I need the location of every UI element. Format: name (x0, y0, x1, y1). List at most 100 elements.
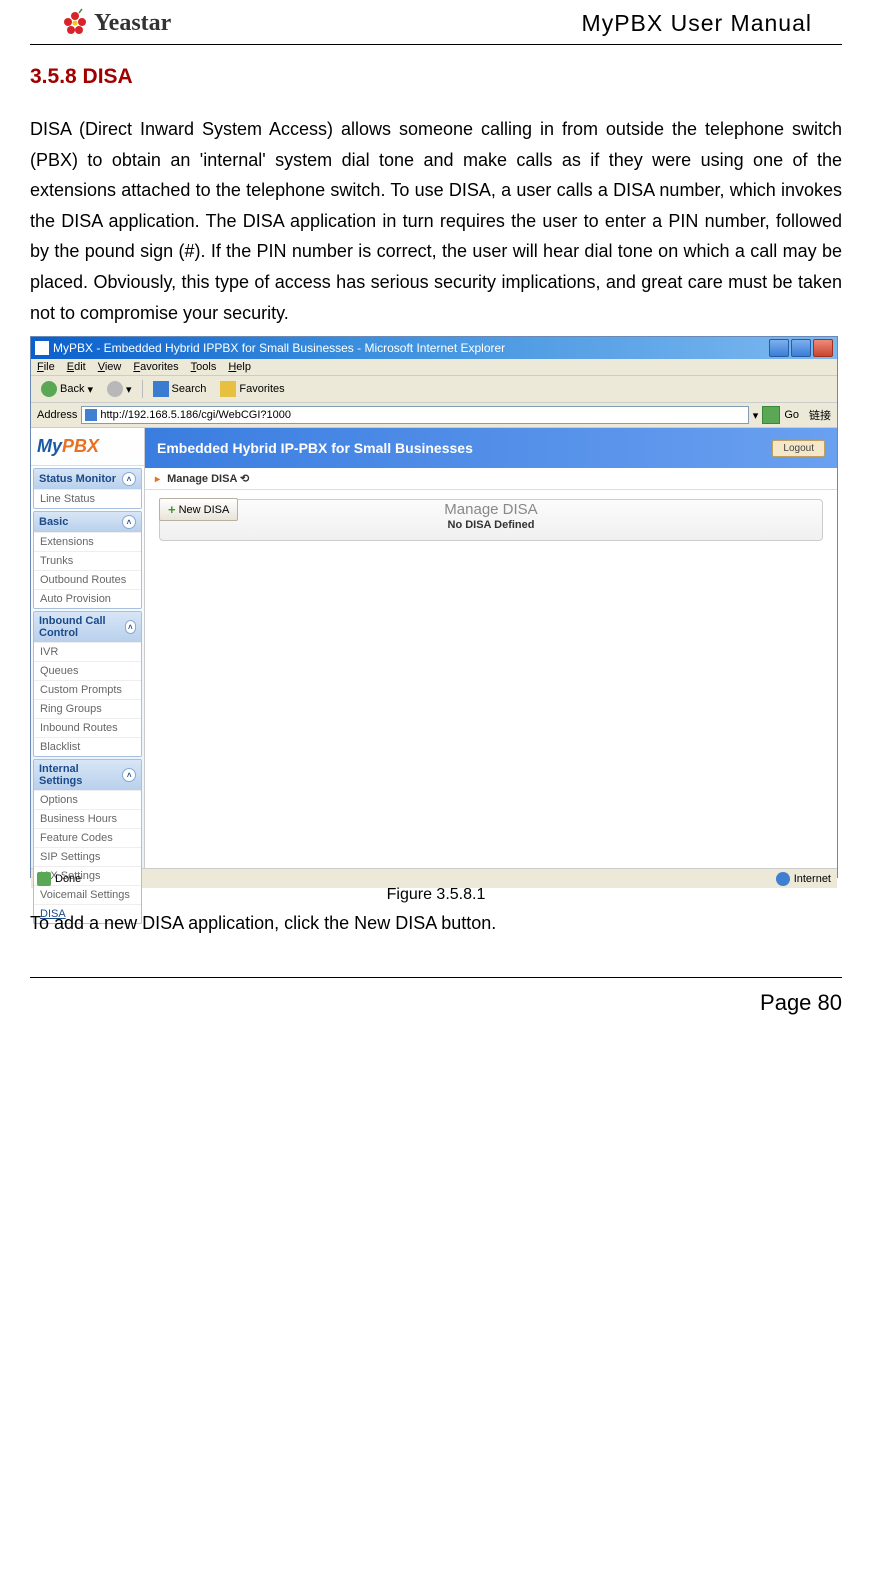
minimize-button[interactable] (769, 339, 789, 357)
app-sidebar: MyPBX Status Monitor ˄ Line Status Basic ˄ Ex… (31, 428, 145, 868)
sidebar-item[interactable]: Outbound Routes (34, 570, 141, 589)
address-dropdown-icon[interactable]: ▾ (753, 409, 759, 422)
sidebar-header-label: Internal Settings (39, 763, 122, 787)
sidebar-section: Status Monitor ˄ Line Status (33, 468, 142, 509)
close-button[interactable] (813, 339, 833, 357)
plus-icon: + (168, 502, 176, 517)
menu-help[interactable]: Help (228, 361, 251, 373)
logo-flower-icon (60, 8, 90, 38)
menu-tools[interactable]: Tools (191, 361, 217, 373)
favorites-button[interactable]: Favorites (216, 379, 288, 399)
forward-button[interactable]: ▾ (103, 379, 136, 399)
collapse-icon[interactable]: ˄ (122, 768, 136, 782)
sidebar-item[interactable]: Extensions (34, 532, 141, 551)
back-label: Back (60, 383, 84, 395)
logout-button[interactable]: Logout (772, 440, 825, 457)
address-label: Address (37, 409, 77, 421)
sidebar-item[interactable]: Auto Provision (34, 589, 141, 608)
sidebar-item[interactable]: Voicemail Settings (34, 885, 141, 904)
body-paragraph: DISA (Direct Inward System Access) allow… (30, 114, 842, 328)
internet-icon (776, 872, 790, 886)
sidebar-header-label: Status Monitor (39, 473, 116, 485)
go-label: Go (784, 409, 799, 421)
sidebar-item[interactable]: SIP Settings (34, 847, 141, 866)
status-done: Done (55, 873, 81, 885)
sidebar-header-label: Basic (39, 516, 68, 528)
ie-menubar: File Edit View Favorites Tools Help (31, 359, 837, 376)
sidebar-item[interactable]: Feature Codes (34, 828, 141, 847)
app-main: Embedded Hybrid IP-PBX for Small Busines… (145, 428, 837, 868)
sidebar-item[interactable]: IVR (34, 642, 141, 661)
maximize-button[interactable] (791, 339, 811, 357)
page-header: Yeastar MyPBX User Manual (30, 0, 842, 45)
back-button[interactable]: Back ▾ (37, 379, 97, 399)
logo-pbx: PBX (62, 436, 99, 456)
breadcrumb-text: Manage DISA ⟲ (167, 473, 249, 485)
new-disa-label: New DISA (179, 504, 230, 516)
new-disa-button[interactable]: + New DISA (159, 498, 238, 521)
page-icon (85, 409, 97, 421)
collapse-icon[interactable]: ˄ (125, 620, 136, 634)
sidebar-section-header[interactable]: Internal Settings˄ (34, 760, 141, 790)
dropdown-icon: ▾ (126, 383, 132, 396)
links-label[interactable]: 链接 (809, 407, 831, 423)
company-logo: Yeastar (60, 8, 171, 38)
search-button[interactable]: Search (149, 379, 211, 399)
figure-caption: Figure 3.5.8.1 (30, 886, 842, 904)
mypbx-logo: MyPBX (31, 428, 144, 466)
logo-text: Yeastar (94, 10, 171, 37)
address-url: http://192.168.5.186/cgi/WebCGI?1000 (100, 409, 291, 421)
page-footer: Page 80 (30, 977, 842, 1036)
forward-icon (107, 381, 123, 397)
dropdown-icon: ▾ (87, 383, 93, 396)
window-title: MyPBX - Embedded Hybrid IPPBX for Small … (53, 341, 505, 355)
logo-my: My (37, 436, 62, 456)
sidebar-item[interactable]: Line Status (34, 489, 141, 508)
app-body: MyPBX Status Monitor ˄ Line Status Basic ˄ Ex… (31, 428, 837, 868)
back-icon (41, 381, 57, 397)
page-number: Page 80 (760, 990, 842, 1015)
app-screenshot: MyPBX - Embedded Hybrid IPPBX for Small … (30, 336, 838, 878)
ie-toolbar: Back ▾ ▾ Search Favorites (31, 376, 837, 403)
app-icon (35, 341, 49, 355)
menu-edit[interactable]: Edit (67, 361, 86, 373)
collapse-icon[interactable]: ˄ (122, 515, 136, 529)
sidebar-section-header[interactable]: Status Monitor ˄ (34, 469, 141, 489)
ie-titlebar: MyPBX - Embedded Hybrid IPPBX for Small … (31, 337, 837, 359)
sidebar-header-label: Inbound Call Control (39, 615, 125, 639)
favorites-label: Favorites (239, 383, 284, 395)
go-button[interactable] (762, 406, 780, 424)
arrow-icon: ▸ (155, 474, 160, 485)
ie-addressbar: Address http://192.168.5.186/cgi/WebCGI?… (31, 403, 837, 428)
sidebar-section: Inbound Call Control˄IVRQueuesCustom Pro… (33, 611, 142, 757)
menu-file[interactable]: File (37, 361, 55, 373)
breadcrumb: ▸ Manage DISA ⟲ (145, 468, 837, 490)
window-buttons (769, 339, 833, 357)
address-input[interactable]: http://192.168.5.186/cgi/WebCGI?1000 (81, 406, 748, 424)
sidebar-section-header[interactable]: Inbound Call Control˄ (34, 612, 141, 642)
app-banner: Embedded Hybrid IP-PBX for Small Busines… (145, 428, 837, 468)
ie-statusbar: Done Internet (31, 868, 837, 888)
sidebar-item[interactable]: Custom Prompts (34, 680, 141, 699)
sidebar-section-header[interactable]: Basic ˄ (34, 512, 141, 532)
favorites-star-icon (220, 381, 236, 397)
content: 3.5.8 DISA DISA (Direct Inward System Ac… (0, 45, 872, 977)
post-figure-text: To add a new DISA application, click the… (30, 908, 842, 939)
toolbar-separator (142, 380, 143, 398)
status-internet: Internet (794, 873, 831, 885)
sidebar-item[interactable]: Options (34, 790, 141, 809)
sidebar-item[interactable]: Blacklist (34, 737, 141, 756)
sidebar-item[interactable]: Inbound Routes (34, 718, 141, 737)
banner-text: Embedded Hybrid IP-PBX for Small Busines… (157, 440, 473, 456)
sidebar-item[interactable]: Business Hours (34, 809, 141, 828)
sidebar-item[interactable]: Queues (34, 661, 141, 680)
menu-favorites[interactable]: Favorites (133, 361, 178, 373)
sidebar-item[interactable]: Ring Groups (34, 699, 141, 718)
section-heading: 3.5.8 DISA (30, 65, 842, 89)
done-icon (37, 872, 51, 886)
menu-view[interactable]: View (98, 361, 122, 373)
collapse-icon[interactable]: ˄ (122, 472, 136, 486)
sidebar-section: Internal Settings˄OptionsBusiness HoursF… (33, 759, 142, 924)
sidebar-item[interactable]: Trunks (34, 551, 141, 570)
search-label: Search (172, 383, 207, 395)
